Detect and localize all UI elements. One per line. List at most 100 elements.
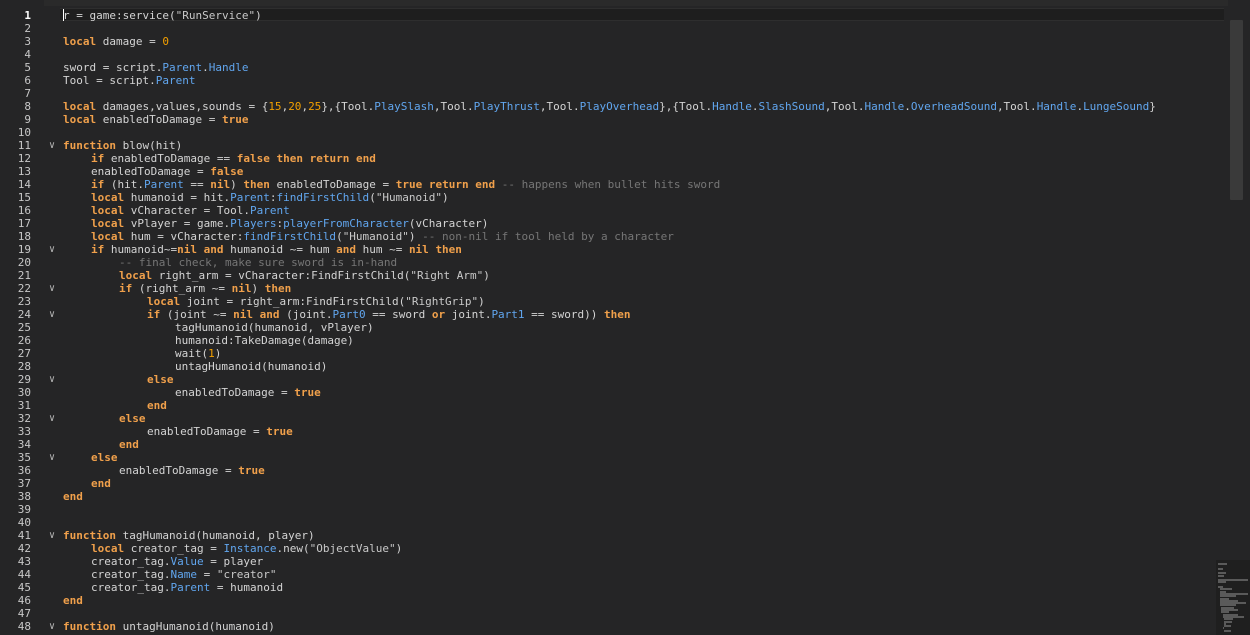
code-line[interactable]: if (joint ~= nil and (joint.Part0 == swo… [147, 308, 631, 321]
code-token: else [147, 373, 174, 386]
code-line[interactable]: enabledToDamage = true [175, 386, 321, 399]
code-token: (joint ~= [160, 308, 234, 321]
code-token: sword = script. [63, 61, 163, 74]
code-line[interactable]: enabledToDamage = true [119, 464, 265, 477]
chevron-down-icon[interactable]: ∨ [46, 243, 58, 256]
code-line[interactable]: else [119, 412, 146, 425]
code-token: ( [336, 230, 343, 243]
code-token: -- final check, make sure sword is in-ha… [119, 256, 398, 269]
code-token: Handle [1036, 100, 1077, 113]
code-line[interactable]: else [147, 373, 174, 386]
line-number: 47 [17, 607, 31, 620]
code-line[interactable]: function blow(hit) [63, 139, 182, 152]
code-line[interactable]: local joint = right_arm:FindFirstChild("… [147, 295, 485, 308]
code-token: end [147, 399, 167, 412]
line-number: 3 [24, 35, 31, 48]
code-line[interactable]: function untagHumanoid(humanoid) [63, 620, 275, 633]
code-token: enabledToDamage == [104, 152, 237, 165]
code-token: == [183, 178, 211, 191]
code-line[interactable]: creator_tag.Name = "creator" [91, 568, 276, 581]
code-line[interactable]: end [91, 477, 111, 490]
code-line[interactable]: Tool = script.Parent [63, 74, 195, 87]
line-number: 1 [24, 9, 31, 22]
code-line[interactable]: local damage = 0 [63, 35, 169, 48]
code-token: findFirstChild [276, 191, 370, 204]
fold-margin[interactable]: ∨ ∨ ∨ ∨ ∨ ∨ ∨ ∨ ∨ [44, 0, 60, 635]
code-token: humanoid = hit. [124, 191, 231, 204]
code-token: local [91, 204, 125, 217]
code-line[interactable]: enabledToDamage = true [147, 425, 293, 438]
chevron-down-icon[interactable]: ∨ [46, 529, 58, 542]
code-area[interactable]: r = game:service("RunService") local dama… [63, 0, 1226, 635]
chevron-down-icon[interactable]: ∨ [46, 373, 58, 386]
code-line[interactable]: else [91, 451, 118, 464]
script-editor[interactable]: 1 2 3 4 5 6 7 8 9 10 11 12 13 14 15 16 17 18 19 20 21 22 23 24 2… [0, 0, 1250, 635]
code-token: ) [255, 9, 262, 22]
code-token: PlaySlash [374, 100, 434, 113]
code-line[interactable]: if (right_arm ~= nil) then [119, 282, 291, 295]
code-token: playerFromCharacter [283, 217, 409, 230]
code-line[interactable]: sword = script.Parent.Handle [63, 61, 248, 74]
code-token: -- happens when bullet hits sword [501, 178, 721, 191]
line-number: 2 [24, 22, 31, 35]
line-number: 48 [17, 620, 31, 633]
code-token: Handle [712, 100, 752, 113]
code-token: Parent [162, 61, 203, 74]
chevron-down-icon[interactable]: ∨ [46, 139, 58, 152]
code-line[interactable]: end [119, 438, 139, 451]
code-line[interactable]: local damages,values,sounds = {15,20,25}… [63, 100, 1156, 113]
code-line[interactable]: tagHumanoid(humanoid, vPlayer) [175, 321, 374, 334]
code-line[interactable]: local vCharacter = Tool.Parent [91, 204, 290, 217]
vertical-scrollbar-thumb[interactable] [1230, 20, 1243, 200]
minimap-line [1218, 581, 1227, 584]
code-line[interactable]: if enabledToDamage == false then return … [91, 152, 376, 165]
code-line[interactable]: local creator_tag = Instance.new("Object… [91, 542, 402, 555]
code-token: nil [233, 308, 253, 321]
code-line[interactable]: -- final check, make sure sword is in-ha… [119, 256, 397, 269]
code-line[interactable]: end [63, 594, 83, 607]
line-number: 33 [17, 425, 31, 438]
code-line[interactable]: untagHumanoid(humanoid) [175, 360, 327, 373]
chevron-down-icon[interactable]: ∨ [46, 412, 58, 425]
code-token: humanoid ~= hum [223, 243, 337, 256]
code-token: end [63, 490, 83, 503]
code-line[interactable]: local right_arm = vCharacter:FindFirstCh… [119, 269, 490, 282]
code-token: "creator" [216, 568, 277, 581]
chevron-down-icon[interactable]: ∨ [46, 451, 58, 464]
line-number: 45 [17, 581, 31, 594]
minimap[interactable] [1216, 560, 1250, 635]
code-token: joint = right_arm:FindFirstChild( [180, 295, 406, 308]
code-line[interactable]: local enabledToDamage = true [63, 113, 248, 126]
code-line[interactable]: creator_tag.Value = player [91, 555, 263, 568]
code-line[interactable]: r = game:service("RunService") [63, 9, 262, 22]
line-number: 18 [17, 230, 31, 243]
code-token: then [243, 178, 270, 191]
chevron-down-icon[interactable]: ∨ [46, 308, 58, 321]
code-line[interactable]: if (hit.Parent == nil) then enabledToDam… [91, 178, 720, 191]
code-line[interactable]: end [63, 490, 83, 503]
code-line[interactable]: local vPlayer = game.Players:playerFromC… [91, 217, 488, 230]
code-token: local [63, 113, 97, 126]
minimap-line [1218, 574, 1224, 577]
code-line[interactable]: end [147, 399, 167, 412]
line-number: 19 [17, 243, 31, 256]
code-line[interactable]: enabledToDamage = false [91, 165, 243, 178]
code-token: return [309, 152, 350, 165]
code-token: Handle [864, 100, 905, 113]
code-line[interactable]: local hum = vCharacter:findFirstChild("H… [91, 230, 674, 243]
code-token: ) [478, 295, 485, 308]
code-line[interactable]: wait(1) [175, 347, 221, 360]
code-line[interactable]: local humanoid = hit.Parent:findFirstChi… [91, 191, 449, 204]
chevron-down-icon[interactable]: ∨ [46, 282, 58, 295]
code-line[interactable]: function tagHumanoid(humanoid, player) [63, 529, 315, 542]
line-number: 8 [24, 100, 31, 113]
code-line[interactable]: if humanoid~=nil and humanoid ~= hum and… [91, 243, 462, 256]
code-line[interactable]: creator_tag.Parent = humanoid [91, 581, 283, 594]
chevron-down-icon[interactable]: ∨ [46, 620, 58, 633]
code-line[interactable]: humanoid:TakeDamage(damage) [175, 334, 354, 347]
code-token: LungeSound [1083, 100, 1150, 113]
code-token: if [147, 308, 161, 321]
code-token: = humanoid [210, 581, 284, 594]
code-token: SlashSound [758, 100, 825, 113]
code-token: Players [230, 217, 277, 230]
